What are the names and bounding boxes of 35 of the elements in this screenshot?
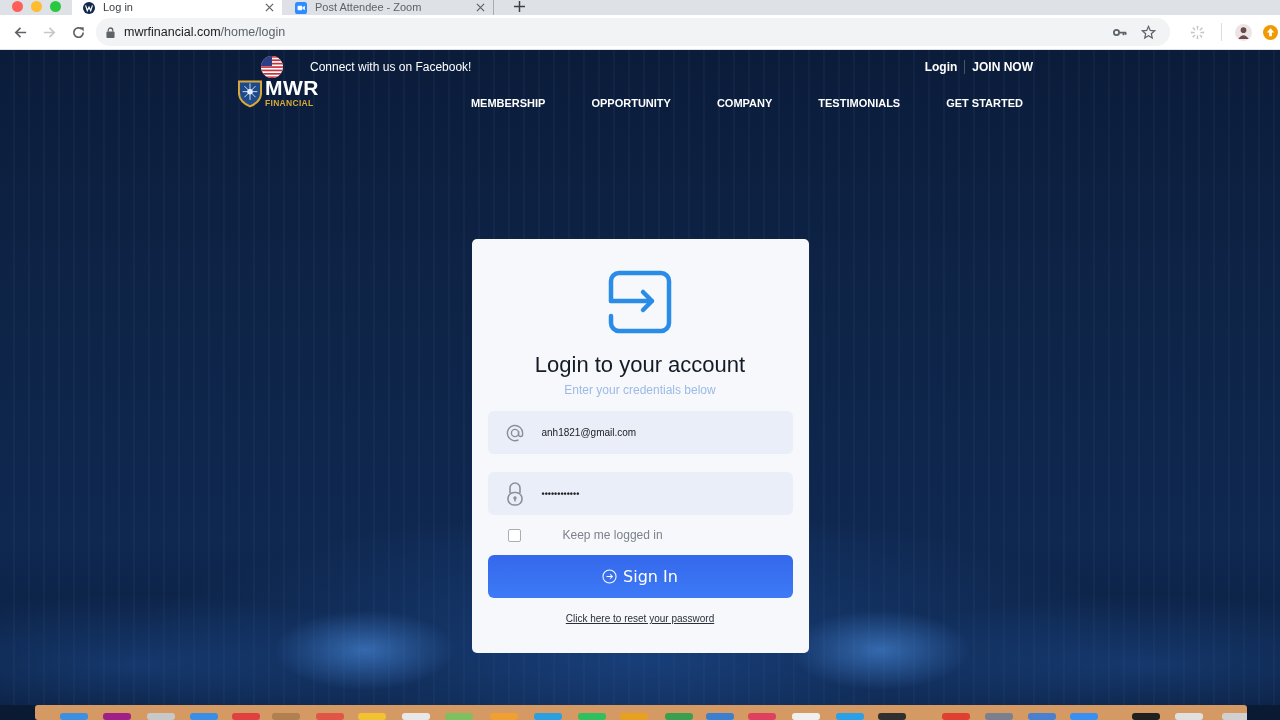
- logo-tagline: FINANCIAL: [265, 98, 315, 108]
- close-tab-icon[interactable]: [476, 3, 485, 12]
- nav-link[interactable]: COMPANY: [716, 97, 773, 109]
- padlock-icon: [506, 481, 523, 506]
- address-bar[interactable]: mwrfinancial.com/home/login: [96, 18, 1170, 46]
- star-icon[interactable]: [1141, 24, 1156, 40]
- nav-link[interactable]: GET STARTED: [946, 97, 1023, 109]
- shield-logo-icon: [238, 78, 262, 108]
- header-link[interactable]: JOIN NOW: [972, 60, 1033, 74]
- reload-icon[interactable]: [71, 24, 86, 40]
- update-icon[interactable]: [1263, 24, 1278, 40]
- facebook-link[interactable]: Connect with us on Facebook!: [310, 60, 472, 74]
- login-subtitle: Enter your credentials below: [564, 383, 716, 397]
- email-field[interactable]: anh1821@gmail.com: [487, 411, 793, 454]
- close-window-icon[interactable]: [12, 1, 23, 12]
- reset-password-link[interactable]: Click here to reset your password: [565, 613, 715, 624]
- login-title: Login to your account: [534, 352, 746, 378]
- lock-icon: [106, 26, 115, 38]
- remember-label: Keep me logged in: [562, 528, 663, 542]
- nav-link[interactable]: TESTIMONIALS: [818, 97, 901, 109]
- nav-link[interactable]: OPPORTUNITY: [591, 97, 671, 109]
- sign-in-arrow-icon: [608, 270, 672, 334]
- at-sign-icon: [504, 422, 525, 443]
- nav-link[interactable]: MEMBERSHIP: [470, 97, 546, 109]
- logo-wordmark: MWR: [265, 78, 319, 98]
- key-icon[interactable]: [1113, 27, 1127, 37]
- new-tab-icon[interactable]: [514, 1, 525, 12]
- sign-in-button[interactable]: Sign In: [487, 555, 793, 598]
- profile-avatar-icon[interactable]: [1235, 23, 1252, 41]
- password-field[interactable]: ••••••••••••: [487, 472, 793, 515]
- browser-tab[interactable]: Log in: [72, 0, 282, 15]
- header-link[interactable]: Login: [924, 60, 958, 74]
- us-flag-icon: [261, 56, 283, 78]
- close-tab-icon[interactable]: [265, 3, 274, 12]
- remember-checkbox[interactable]: [507, 528, 521, 542]
